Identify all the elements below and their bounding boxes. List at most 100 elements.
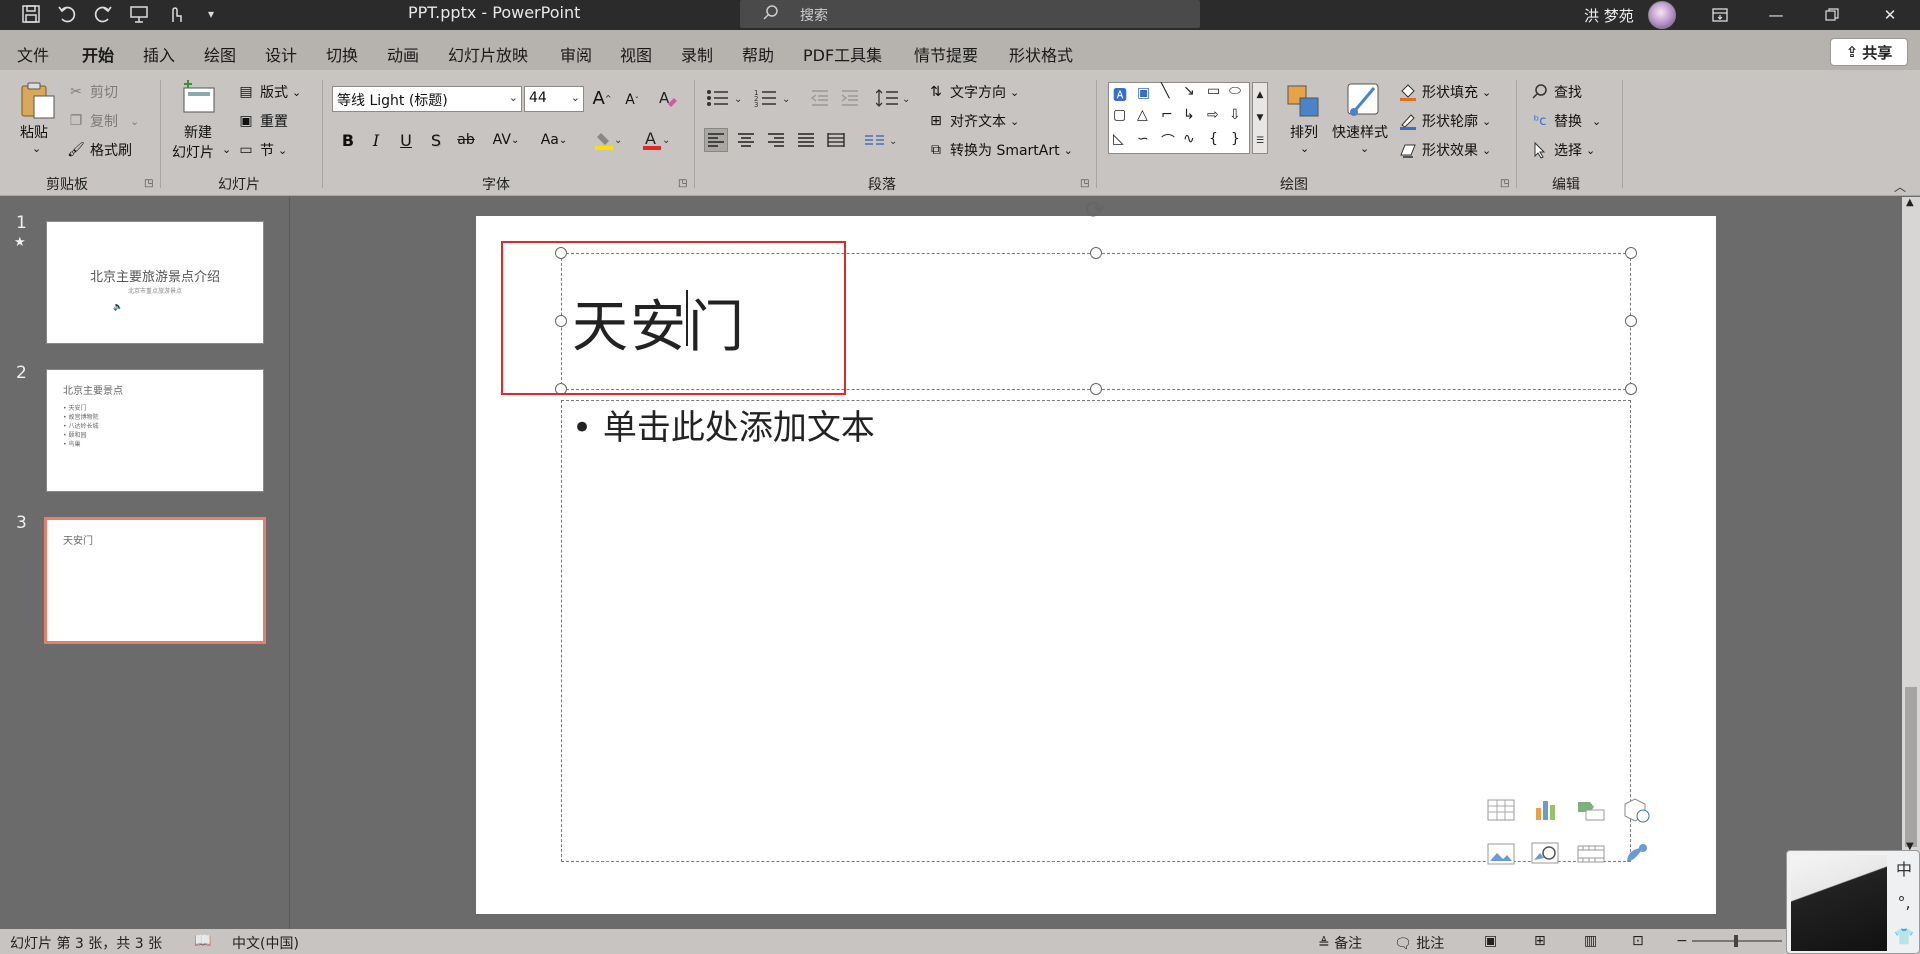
tab-animations[interactable]: 动画 [387,42,419,66]
copy-button[interactable]: ❐ 复制 ⌄ [66,111,140,131]
tab-shape-format[interactable]: 形状格式 [1009,42,1073,66]
new-slide-dropdown-icon[interactable]: ⌄ [222,143,231,156]
scribble-icon[interactable]: ∽ [1137,131,1149,147]
insert-video-icon[interactable] [1576,840,1606,868]
font-family-select[interactable]: 等线 Light (标题) ⌄ [332,86,522,112]
curve-icon[interactable]: ∿ [1183,131,1195,147]
scroll-up-icon[interactable]: ▲ [1906,197,1914,208]
tab-design[interactable]: 设计 [265,42,297,66]
paste-button[interactable]: 粘贴 [20,122,48,142]
new-slide-label-line1[interactable]: 新建 [184,122,212,142]
quick-styles-icon[interactable] [1344,80,1384,120]
accessibility-icon[interactable]: 📖 [194,933,211,949]
increase-indent-icon[interactable] [838,86,862,110]
elbow-arrow-icon[interactable]: ↳ [1183,107,1195,123]
underline-button[interactable]: U [394,128,418,152]
highlight-color-button[interactable]: ⌄ [588,128,628,152]
change-case-button[interactable]: Aa ⌄ [534,128,574,152]
ime-mode-button[interactable]: 中 [1891,855,1917,881]
insert-icons-icon[interactable] [1621,840,1651,868]
ribbon-display-icon[interactable] [1692,0,1748,30]
body-placeholder-text[interactable]: • 单击此处添加文本 [572,400,875,449]
tab-record[interactable]: 录制 [681,42,713,66]
chevron-up-icon[interactable]: ▲ [1257,90,1264,100]
new-slide-label-line2[interactable]: 幻灯片 [172,142,214,162]
line-spacing-button[interactable]: ⌄ [874,86,914,110]
align-text-button[interactable]: ⊞ 对齐文本 ⌄ [926,111,1019,131]
ime-skin-button[interactable]: 👕 [1891,923,1917,949]
character-spacing-button[interactable]: AV ⌄ [486,128,526,152]
zoom-out-icon[interactable]: − [1676,933,1688,949]
cut-button[interactable]: ✂ 剪切 [66,82,118,102]
tab-storyboard[interactable]: 情节提要 [914,42,978,66]
oval-icon[interactable]: ⬭ [1229,83,1241,99]
decrease-indent-icon[interactable] [808,86,832,110]
customize-qat-icon[interactable]: ▾ [200,3,222,25]
resize-handle[interactable] [1625,315,1637,327]
insert-chart-icon[interactable] [1531,796,1561,824]
quick-styles-dropdown-icon[interactable]: ⌄ [1360,142,1369,155]
arrange-label[interactable]: 排列 [1290,122,1318,142]
clear-formatting-icon[interactable]: A [656,86,680,110]
format-painter-button[interactable]: 🖌 格式刷 [66,140,132,160]
paragraph-dialog-launcher-icon[interactable]: ◳ [1080,178,1089,189]
arc-icon[interactable]: ⌒ [1161,131,1175,151]
language-status[interactable]: 中文(中国) [232,933,299,953]
text-shadow-button[interactable]: S [424,128,448,152]
share-button[interactable]: ⇪ 共享 [1830,38,1908,66]
avatar[interactable] [1648,1,1676,29]
line-icon[interactable]: ╲ [1161,83,1169,99]
comments-button[interactable]: 🗨 批注 [1394,933,1444,953]
bullets-button[interactable]: ⌄ [704,86,748,110]
chevron-down-icon[interactable]: ▼ [1257,113,1264,123]
restore-icon[interactable] [1804,0,1860,30]
tab-help[interactable]: 帮助 [742,42,774,66]
slide-sorter-icon[interactable]: ⊞ [1534,933,1546,949]
reset-button[interactable]: ▣ 重置 [236,111,288,131]
reading-view-icon[interactable]: ▥ [1584,933,1597,949]
shapes-gallery[interactable]: 🅰 ▣ ╲ ↘ ▭ ⬭ ▢ △ ⌐ ↳ ⇨ ⇩ ◺ ∽ ⌒ ∿ { } [1108,82,1250,154]
tab-view[interactable]: 视图 [620,42,652,66]
shape-effects-button[interactable]: 形状效果 ⌄ [1398,140,1491,160]
strikethrough-button[interactable]: ab [454,128,478,152]
text-box-icon[interactable]: 🅰 [1113,85,1127,105]
font-dialog-launcher-icon[interactable]: ◳ [678,178,687,189]
shape-outline-button[interactable]: 形状轮廓 ⌄ [1398,111,1491,131]
content-placeholder[interactable] [561,400,1631,862]
scrollbar-thumb[interactable] [1905,687,1917,847]
quick-styles-label[interactable]: 快速样式 [1332,122,1388,142]
convert-smartart-button[interactable]: ⧉ 转换为 SmartArt ⌄ [926,140,1073,160]
shapes-gallery-scroll[interactable]: ▲ ▼ ☰ [1252,82,1268,154]
arrange-icon[interactable] [1284,82,1324,122]
align-right-button[interactable] [764,128,788,152]
font-color-button[interactable]: A ⌄ [636,128,676,152]
save-icon[interactable] [20,3,42,25]
shrink-font-button[interactable]: Aˇ [620,88,644,112]
elbow-connector-icon[interactable]: ⌐ [1161,107,1173,123]
redo-icon[interactable] [92,3,114,25]
tab-draw[interactable]: 绘图 [204,42,236,66]
right-brace-icon[interactable]: } [1231,131,1240,147]
more-icon[interactable]: ☰ [1256,136,1264,146]
font-size-select[interactable]: 44 ⌄ [524,86,584,112]
insert-smartart-icon[interactable] [1576,796,1606,824]
italic-button[interactable]: I [364,128,388,152]
insert-table-icon[interactable] [1486,796,1516,824]
minimize-icon[interactable]: — [1748,0,1804,30]
arrange-dropdown-icon[interactable]: ⌄ [1300,142,1309,155]
present-icon[interactable] [128,3,150,25]
tab-pdf-tools[interactable]: PDF工具集 [803,42,882,66]
down-arrow-icon[interactable]: ⇩ [1229,107,1241,123]
shape-fill-button[interactable]: 形状填充 ⌄ [1398,82,1491,102]
replace-button[interactable]: ᵇc 替换 ⌄ [1530,111,1602,131]
new-slide-icon[interactable] [180,80,220,120]
search-box[interactable]: 搜索 [740,0,1200,28]
slide-thumbnail-2[interactable]: 北京主要景点 • 天安门 • 故宫博物院 • 八达岭长城 • 颐和园 • 鸟巢 [46,369,264,492]
bold-button[interactable]: B [336,128,360,152]
tab-slideshow[interactable]: 幻灯片放映 [448,42,528,66]
normal-view-icon[interactable]: ▣ [1484,933,1497,949]
drawing-dialog-launcher-icon[interactable]: ◳ [1500,178,1509,189]
distributed-align-button[interactable] [824,128,848,152]
slideshow-view-icon[interactable]: ⊡ [1632,933,1644,949]
resize-handle[interactable] [1625,383,1637,395]
